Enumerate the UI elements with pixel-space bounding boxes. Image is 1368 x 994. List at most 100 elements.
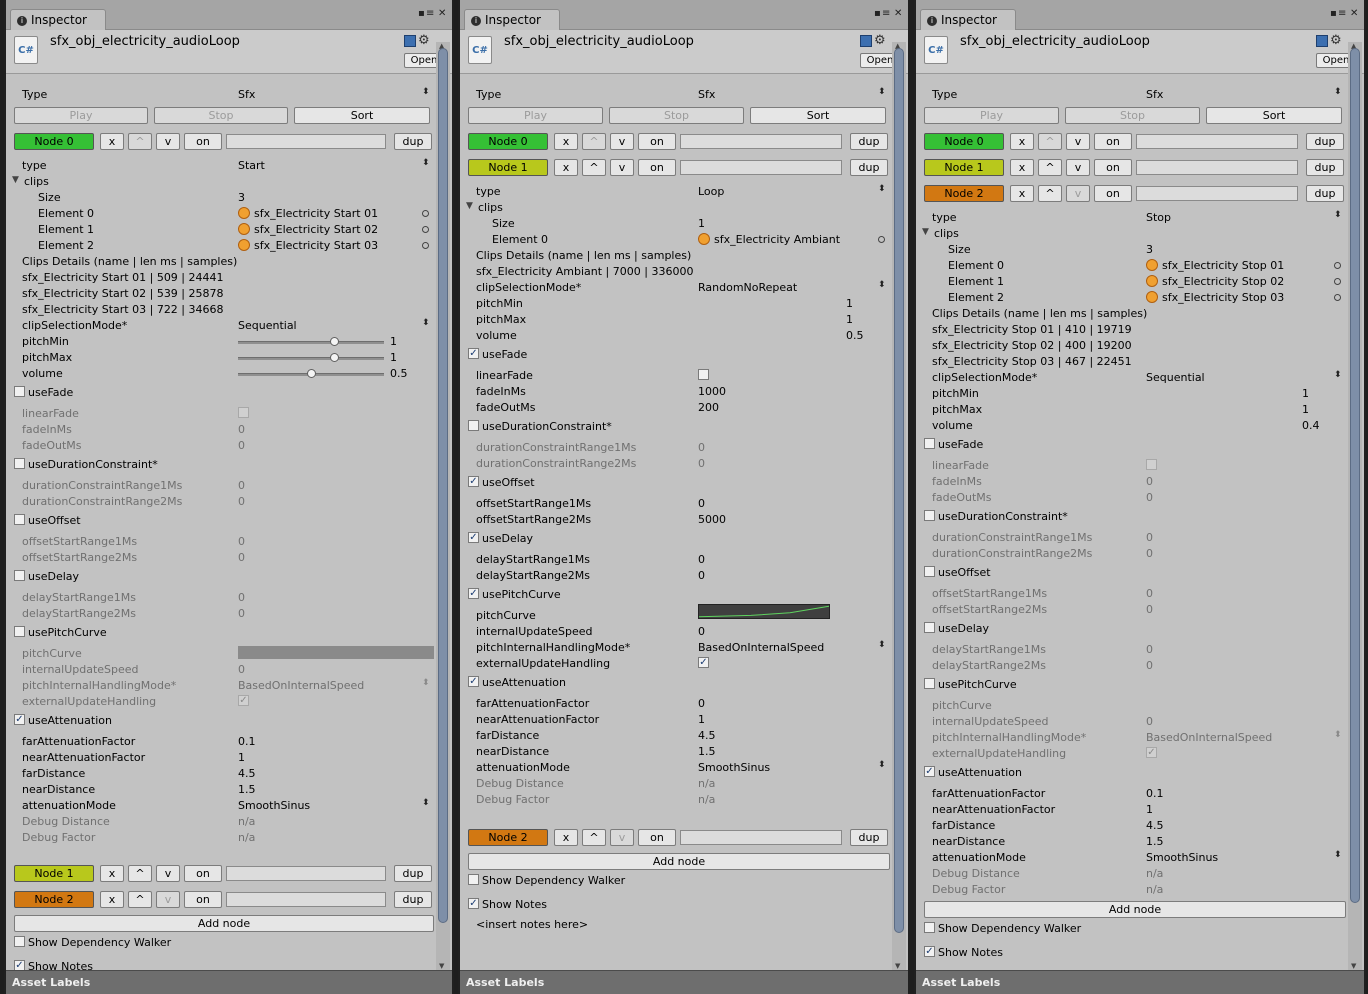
type-dropdown-arrow[interactable]: ⬍: [422, 87, 430, 97]
attenuation-mode-dropdown[interactable]: ⬍: [1334, 850, 1342, 860]
use-fade-checkbox[interactable]: ✓: [468, 348, 479, 359]
node-2-on-button[interactable]: on: [638, 829, 676, 846]
node-1-down-button[interactable]: v: [156, 865, 180, 882]
node-0-dup-button[interactable]: dup: [1306, 133, 1344, 150]
asset-labels-bar[interactable]: Asset Labels: [460, 970, 908, 994]
close-icon[interactable]: ✕: [1350, 8, 1358, 19]
inspector-tab[interactable]: i Inspector: [10, 9, 106, 30]
play-button[interactable]: Play: [14, 107, 148, 124]
node-1-on-button[interactable]: on: [184, 865, 222, 882]
node-1-on-button[interactable]: on: [1094, 159, 1132, 176]
close-icon[interactable]: ✕: [894, 8, 902, 19]
node-2-on-button[interactable]: on: [184, 891, 222, 908]
volume-slider-knob[interactable]: [307, 369, 316, 378]
node-0-dup-button[interactable]: dup: [850, 133, 888, 150]
close-icon[interactable]: ✕: [438, 8, 446, 19]
object-picker-icon[interactable]: [422, 242, 429, 249]
attenuation-mode-dropdown[interactable]: ⬍: [878, 760, 886, 770]
use-fade-checkbox[interactable]: [924, 438, 935, 449]
node-0-name-field[interactable]: [226, 134, 386, 149]
node-2-up-button[interactable]: ^: [582, 829, 606, 846]
scrollbar-thumb[interactable]: [1350, 48, 1360, 903]
menu-icon[interactable]: ≡: [1338, 8, 1346, 19]
pitch-min-slider-knob[interactable]: [330, 337, 339, 346]
node-0-down-button[interactable]: v: [1066, 133, 1090, 150]
show-dependency-checkbox[interactable]: [924, 922, 935, 933]
node-0-delete-button[interactable]: x: [1010, 133, 1034, 150]
node-2-name-field[interactable]: [1136, 186, 1298, 201]
node-1-name-field[interactable]: [226, 866, 386, 881]
object-picker-icon[interactable]: [1334, 294, 1341, 301]
lock-icon[interactable]: ▪: [874, 8, 881, 19]
attenuation-mode-dropdown[interactable]: ⬍: [422, 798, 430, 808]
node-2-name-field[interactable]: [680, 830, 842, 845]
use-fade-checkbox[interactable]: [14, 386, 25, 397]
linear-fade-checkbox[interactable]: [698, 369, 709, 380]
object-picker-icon[interactable]: [422, 210, 429, 217]
scroll-down-icon[interactable]: ▼: [439, 962, 444, 970]
clips-foldout-icon[interactable]: ▼: [12, 175, 19, 185]
node-2-up-button[interactable]: ^: [1038, 185, 1062, 202]
node-0-dup-button[interactable]: dup: [394, 133, 432, 150]
pitch-handling-dropdown[interactable]: ⬍: [1334, 730, 1342, 740]
object-picker-icon[interactable]: [878, 236, 885, 243]
menu-icon[interactable]: ≡: [882, 8, 890, 19]
menu-icon[interactable]: ≡: [426, 8, 434, 19]
node-1-dup-button[interactable]: dup: [394, 865, 432, 882]
type-field-dropdown[interactable]: ⬍: [878, 184, 886, 194]
use-duration-constraint-checkbox[interactable]: [468, 420, 479, 431]
sort-button[interactable]: Sort: [750, 107, 886, 124]
pitch-handling-dropdown[interactable]: ⬍: [878, 640, 886, 650]
node-2-up-button[interactable]: ^: [128, 891, 152, 908]
node-0-on-button[interactable]: on: [1094, 133, 1132, 150]
node-0-up-button[interactable]: ^: [128, 133, 152, 150]
use-pitch-curve-checkbox[interactable]: ✓: [468, 588, 479, 599]
node-0-button[interactable]: Node 0: [924, 133, 1004, 150]
use-pitch-curve-checkbox[interactable]: [924, 678, 935, 689]
use-pitch-curve-checkbox[interactable]: [14, 626, 25, 637]
node-2-button[interactable]: Node 2: [924, 185, 1004, 202]
use-attenuation-checkbox[interactable]: ✓: [924, 766, 935, 777]
show-notes-checkbox[interactable]: ✓: [924, 946, 935, 957]
scroll-down-icon[interactable]: ▼: [1351, 962, 1356, 970]
object-picker-icon[interactable]: [1334, 278, 1341, 285]
node-1-name-field[interactable]: [1136, 160, 1298, 175]
pitch-handling-dropdown[interactable]: ⬍: [422, 678, 430, 688]
sort-button[interactable]: Sort: [1206, 107, 1342, 124]
gear-icon[interactable]: ⚙: [1330, 33, 1342, 48]
type-field-dropdown[interactable]: ⬍: [1334, 210, 1342, 220]
use-duration-constraint-checkbox[interactable]: [14, 458, 25, 469]
object-picker-icon[interactable]: [1334, 262, 1341, 269]
stop-button[interactable]: Stop: [154, 107, 288, 124]
clip-selection-dropdown[interactable]: ⬍: [878, 280, 886, 290]
lock-icon[interactable]: ▪: [418, 8, 425, 19]
sort-button[interactable]: Sort: [294, 107, 430, 124]
inspector-tab[interactable]: i Inspector: [464, 9, 560, 30]
lock-icon[interactable]: ▪: [1330, 8, 1337, 19]
node-2-name-field[interactable]: [226, 892, 386, 907]
node-0-on-button[interactable]: on: [638, 133, 676, 150]
pitch-curve-field[interactable]: [698, 604, 830, 619]
use-offset-checkbox[interactable]: [14, 514, 25, 525]
node-2-button[interactable]: Node 2: [468, 829, 548, 846]
type-dropdown-arrow[interactable]: ⬍: [1334, 87, 1342, 97]
node-2-dup-button[interactable]: dup: [1306, 185, 1344, 202]
type-field-dropdown[interactable]: ⬍: [422, 158, 430, 168]
node-0-on-button[interactable]: on: [184, 133, 222, 150]
pitch-max-slider-knob[interactable]: [330, 353, 339, 362]
node-1-dup-button[interactable]: dup: [1306, 159, 1344, 176]
node-1-delete-button[interactable]: x: [100, 865, 124, 882]
use-duration-constraint-checkbox[interactable]: [924, 510, 935, 521]
gear-icon[interactable]: ⚙: [418, 33, 430, 48]
scroll-down-icon[interactable]: ▼: [895, 962, 900, 970]
node-1-up-button[interactable]: ^: [1038, 159, 1062, 176]
show-dependency-checkbox[interactable]: [14, 936, 25, 947]
use-delay-checkbox[interactable]: ✓: [468, 532, 479, 543]
node-2-dup-button[interactable]: dup: [394, 891, 432, 908]
use-attenuation-checkbox[interactable]: ✓: [468, 676, 479, 687]
node-2-on-button[interactable]: on: [1094, 185, 1132, 202]
play-button[interactable]: Play: [924, 107, 1059, 124]
asset-labels-bar[interactable]: Asset Labels: [916, 970, 1364, 994]
node-0-delete-button[interactable]: x: [100, 133, 124, 150]
node-0-button[interactable]: Node 0: [468, 133, 548, 150]
